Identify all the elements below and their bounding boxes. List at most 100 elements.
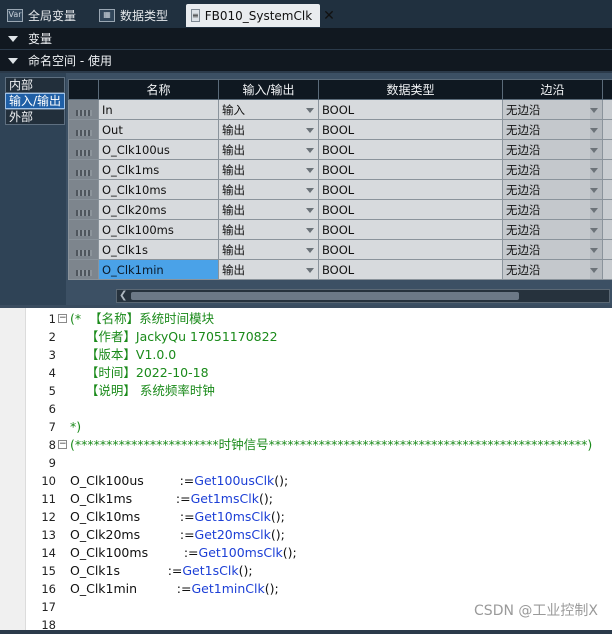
code-line[interactable]: 14O_Clk100ms :=Get100msClk(); [0, 544, 612, 562]
datatype-cell[interactable]: BOOL [319, 160, 503, 180]
variable-name-cell[interactable]: O_Clk1ms [99, 160, 219, 180]
table-row[interactable]: O_Clk20ms输出BOOL无边沿 [69, 200, 612, 220]
chevron-down-icon[interactable] [306, 148, 314, 153]
tab-global-variables[interactable]: Var 全局变量 [2, 4, 90, 26]
io-select-cell[interactable]: 输出 [219, 260, 319, 280]
namespace-section-header[interactable]: 命名空间 - 使用 [0, 50, 612, 71]
chevron-down-icon[interactable] [590, 228, 598, 233]
datatype-cell[interactable]: BOOL [319, 120, 503, 140]
variable-name-cell[interactable]: O_Clk100us [99, 140, 219, 160]
variable-name-cell[interactable]: O_Clk10ms [99, 180, 219, 200]
table-row[interactable]: O_Clk1ms输出BOOL无边沿 [69, 160, 612, 180]
io-select-cell[interactable]: 输出 [219, 140, 319, 160]
edge-select-cell[interactable]: 无边沿 [503, 260, 603, 280]
variable-name-cell[interactable]: O_Clk1s [99, 240, 219, 260]
code-line[interactable]: 3 【版本】V1.0.0 [0, 346, 612, 364]
chevron-down-icon[interactable] [590, 188, 598, 193]
row-handle[interactable] [69, 120, 99, 140]
edge-select-cell[interactable]: 无边沿 [503, 180, 603, 200]
code-line[interactable]: 4 【时间】2022-10-18 [0, 364, 612, 382]
row-handle[interactable] [69, 160, 99, 180]
code-line[interactable]: 5 【说明】 系统频率时钟 [0, 382, 612, 400]
scope-internal[interactable]: 内部 [5, 77, 65, 93]
close-icon[interactable]: ✕ [323, 8, 335, 24]
chevron-down-icon[interactable] [306, 188, 314, 193]
code-line[interactable]: 16O_Clk1min :=Get1minClk(); [0, 580, 612, 598]
code-line[interactable]: 11O_Clk1ms :=Get1msClk(); [0, 490, 612, 508]
fold-toggle-icon[interactable]: − [58, 440, 67, 449]
chevron-down-icon[interactable] [590, 248, 598, 253]
table-row[interactable]: O_Clk1min输出BOOL无边沿 [69, 260, 612, 280]
column-header-datatype[interactable]: 数据类型 [319, 80, 503, 100]
table-row[interactable]: O_Clk100us输出BOOL无边沿 [69, 140, 612, 160]
table-row[interactable]: In输入BOOL无边沿 [69, 100, 612, 120]
row-handle[interactable] [69, 240, 99, 260]
datatype-cell[interactable]: BOOL [319, 140, 503, 160]
table-row[interactable]: O_Clk10ms输出BOOL无边沿 [69, 180, 612, 200]
datatype-cell[interactable]: BOOL [319, 100, 503, 120]
variable-name-cell[interactable]: In [99, 100, 219, 120]
code-line[interactable]: 6 [0, 400, 612, 418]
scope-input-output[interactable]: 输入/输出 [5, 93, 65, 109]
io-select-cell[interactable]: 输出 [219, 200, 319, 220]
tab-data-types[interactable]: ▦ 数据类型 [94, 4, 184, 26]
datatype-cell[interactable]: BOOL [319, 260, 503, 280]
edge-select-cell[interactable]: 无边沿 [503, 140, 603, 160]
variable-name-cell[interactable]: O_Clk100ms [99, 220, 219, 240]
row-handle[interactable] [69, 260, 99, 280]
io-select-cell[interactable]: 输出 [219, 240, 319, 260]
datatype-cell[interactable]: BOOL [319, 220, 503, 240]
datatype-cell[interactable]: BOOL [319, 180, 503, 200]
chevron-down-icon[interactable] [590, 268, 598, 273]
table-row[interactable]: Out输出BOOL无边沿 [69, 120, 612, 140]
edge-select-cell[interactable]: 无边沿 [503, 160, 603, 180]
code-line[interactable]: 8−(***********************时钟信号**********… [0, 436, 612, 454]
edge-select-cell[interactable]: 无边沿 [503, 100, 603, 120]
row-handle[interactable] [69, 180, 99, 200]
code-line[interactable]: 10O_Clk100us :=Get100usClk(); [0, 472, 612, 490]
row-handle[interactable] [69, 200, 99, 220]
io-select-cell[interactable]: 输出 [219, 220, 319, 240]
tab-fb010-systemclk[interactable]: ≡ FB010_SystemClk ✕ [186, 4, 320, 27]
fold-toggle-icon[interactable]: − [58, 314, 67, 323]
chevron-down-icon[interactable] [590, 108, 598, 113]
edge-select-cell[interactable]: 无边沿 [503, 200, 603, 220]
code-line[interactable]: 15O_Clk1s :=Get1sClk(); [0, 562, 612, 580]
code-line[interactable]: 13O_Clk20ms :=Get20msClk(); [0, 526, 612, 544]
io-select-cell[interactable]: 输出 [219, 180, 319, 200]
chevron-down-icon[interactable] [306, 168, 314, 173]
chevron-down-icon[interactable] [306, 128, 314, 133]
scroll-left-icon[interactable]: ❮ [119, 291, 129, 301]
scrollbar-thumb[interactable] [131, 292, 519, 300]
st-code-editor[interactable]: 1−(* 【名称】系统时间模块2 【作者】JackyQu 17051170822… [0, 305, 612, 630]
chevron-down-icon[interactable] [590, 148, 598, 153]
variable-name-cell[interactable]: Out [99, 120, 219, 140]
row-handle[interactable] [69, 100, 99, 120]
column-header-io[interactable]: 输入/输出 [219, 80, 319, 100]
row-handle[interactable] [69, 140, 99, 160]
variable-name-cell[interactable]: O_Clk1min [99, 260, 219, 280]
io-select-cell[interactable]: 输出 [219, 120, 319, 140]
column-header-edge[interactable]: 边沿 [503, 80, 603, 100]
datatype-cell[interactable]: BOOL [319, 200, 503, 220]
edge-select-cell[interactable]: 无边沿 [503, 120, 603, 140]
chevron-down-icon[interactable] [306, 208, 314, 213]
chevron-down-icon[interactable] [306, 108, 314, 113]
horizontal-scrollbar[interactable]: ❮ [116, 289, 610, 303]
io-select-cell[interactable]: 输入 [219, 100, 319, 120]
variable-name-cell[interactable]: O_Clk20ms [99, 200, 219, 220]
datatype-cell[interactable]: BOOL [319, 240, 503, 260]
code-line[interactable]: 12O_Clk10ms :=Get10msClk(); [0, 508, 612, 526]
code-line[interactable]: 1−(* 【名称】系统时间模块 [0, 310, 612, 328]
chevron-down-icon[interactable] [306, 228, 314, 233]
table-row[interactable]: O_Clk1s输出BOOL无边沿 [69, 240, 612, 260]
edge-select-cell[interactable]: 无边沿 [503, 220, 603, 240]
chevron-down-icon[interactable] [306, 268, 314, 273]
chevron-down-icon[interactable] [590, 168, 598, 173]
code-line[interactable]: 7*) [0, 418, 612, 436]
chevron-down-icon[interactable] [590, 128, 598, 133]
code-line[interactable]: 2 【作者】JackyQu 17051170822 [0, 328, 612, 346]
io-select-cell[interactable]: 输出 [219, 160, 319, 180]
column-header-name[interactable]: 名称 [99, 80, 219, 100]
chevron-down-icon[interactable] [590, 208, 598, 213]
